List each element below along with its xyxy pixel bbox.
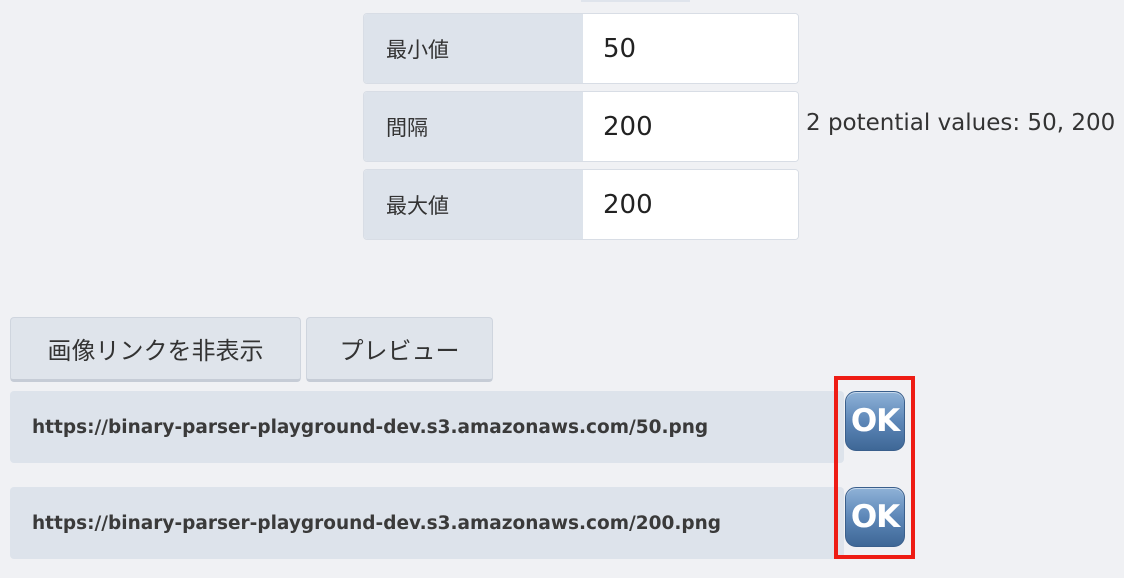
ok-icon: OK	[845, 391, 905, 451]
image-link[interactable]: https://binary-parser-playground-dev.s3.…	[32, 417, 708, 438]
max-value-input[interactable]: 200	[583, 170, 798, 239]
min-value-label: 最小値	[364, 14, 583, 83]
min-value-row: 最小値 50	[363, 13, 799, 84]
image-link-row: https://binary-parser-playground-dev.s3.…	[10, 391, 844, 463]
image-link[interactable]: https://binary-parser-playground-dev.s3.…	[32, 513, 721, 534]
previous-row-edge	[581, 0, 690, 2]
step-value-label: 間隔	[364, 92, 583, 161]
hide-image-links-button[interactable]: 画像リンクを非表示	[10, 317, 301, 382]
max-value-label: 最大値	[364, 170, 583, 239]
image-link-row: https://binary-parser-playground-dev.s3.…	[10, 487, 844, 559]
ok-icon: OK	[845, 487, 905, 547]
preview-button[interactable]: プレビュー	[306, 317, 493, 382]
min-value-input[interactable]: 50	[583, 14, 798, 83]
potential-values-hint: 2 potential values: 50, 200	[806, 110, 1116, 136]
step-value-input[interactable]: 200	[583, 92, 798, 161]
step-value-row: 間隔 200	[363, 91, 799, 162]
max-value-row: 最大値 200	[363, 169, 799, 240]
